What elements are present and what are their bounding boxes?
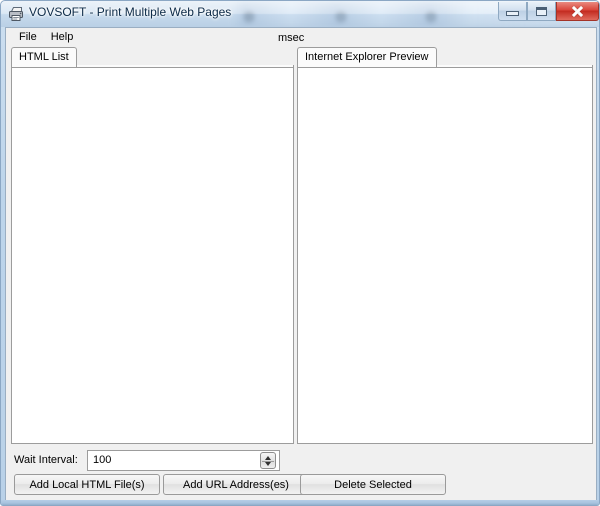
wait-interval-input[interactable]: 100 [87,450,280,471]
tab-html-list[interactable]: HTML List [11,47,77,67]
wait-interval-stepper[interactable] [260,452,276,469]
internet-explorer-preview-panel[interactable] [297,67,593,444]
application-window: VOVSOFT - Print Multiple Web Pages File … [0,0,600,506]
title-bar[interactable]: VOVSOFT - Print Multiple Web Pages [1,1,599,27]
tab-strip-preview: Internet Explorer Preview [297,47,593,67]
printer-icon [9,7,23,21]
spinner-down-icon[interactable] [265,462,271,466]
tab-internet-explorer-preview[interactable]: Internet Explorer Preview [297,47,437,67]
menu-item-file[interactable]: File [12,29,44,46]
spinner-up-icon[interactable] [265,456,271,460]
close-icon [571,6,584,17]
add-local-html-files-button[interactable]: Add Local HTML File(s) [14,474,160,495]
window-title: VOVSOFT - Print Multiple Web Pages [29,5,232,19]
maximize-button[interactable] [527,2,556,21]
client-area: File Help HTML List Internet Explorer Pr… [5,27,597,502]
minimize-icon [506,11,519,16]
wait-interval-row: Wait Interval: 100 [14,450,294,471]
tab-strip-html-list: HTML List [11,47,294,67]
wait-interval-value: 100 [93,454,112,466]
maximize-icon [536,6,547,16]
window-frame-bottom [1,500,599,505]
menu-item-help[interactable]: Help [44,29,81,46]
minimize-button[interactable] [498,2,527,21]
wait-interval-label: Wait Interval: [14,454,78,466]
close-button[interactable] [556,2,599,21]
delete-selected-button[interactable]: Delete Selected [300,474,446,495]
html-list-panel[interactable] [11,67,294,444]
wait-interval-unit: msec [278,32,305,44]
add-url-addresses-button[interactable]: Add URL Address(es) [163,474,309,495]
